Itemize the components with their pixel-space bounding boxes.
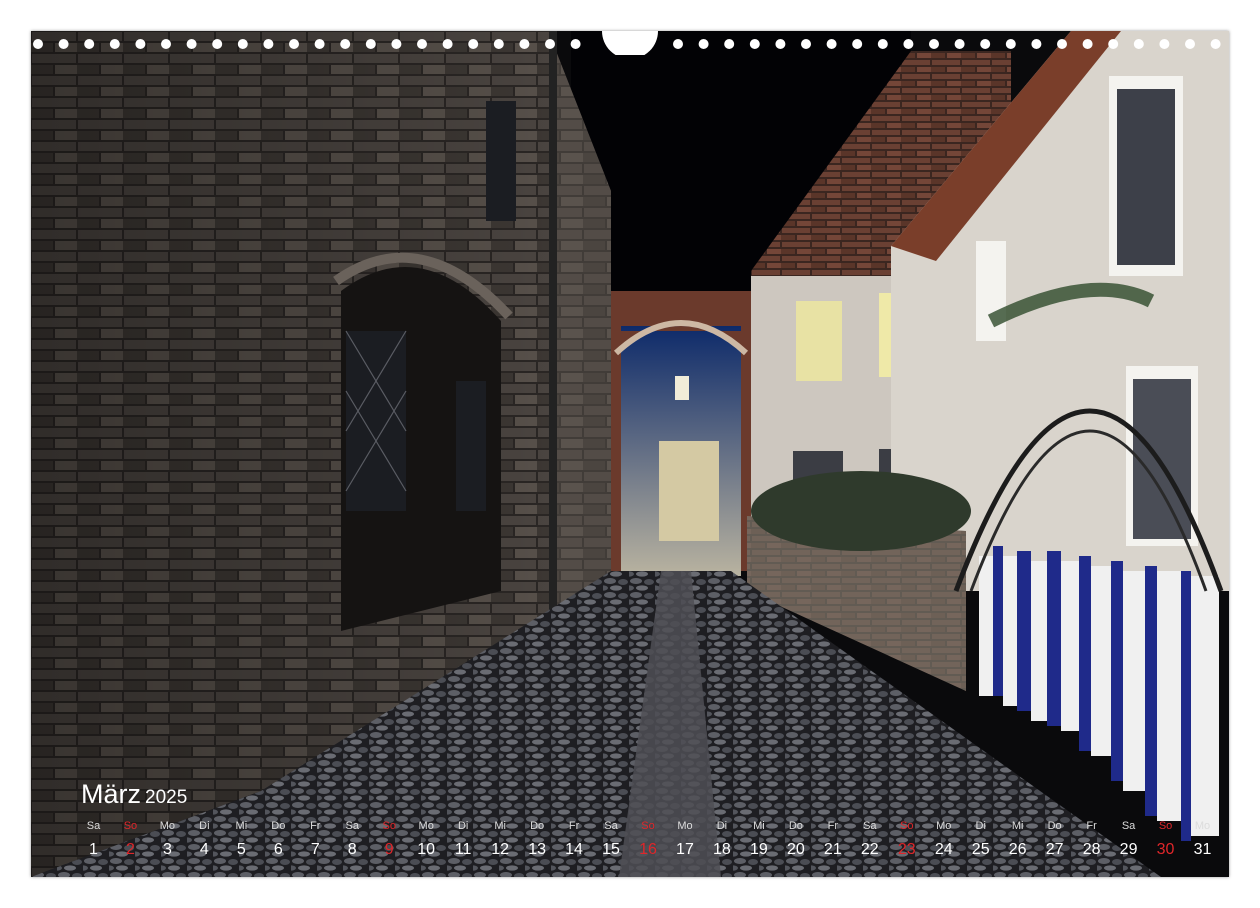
- weekday-label: Fr: [827, 820, 839, 832]
- weekday-label: Do: [530, 820, 545, 832]
- weekday-label: Mo: [418, 820, 434, 832]
- day-number: 25: [971, 841, 990, 858]
- weekday-label: Do: [1047, 820, 1062, 832]
- day-number: 8: [347, 841, 357, 858]
- weekday-label: Di: [975, 820, 986, 832]
- alley-photo: [31, 31, 1229, 877]
- weekday-label: So: [900, 820, 914, 832]
- calendar-page: März 2025 Sa So Mo Di Mi Do Fr Sa So Mo Di Mi Do Fr Sa S…: [31, 31, 1229, 877]
- month-name: März: [81, 779, 141, 809]
- weekday-label: Fr: [310, 820, 321, 832]
- day-number: 16: [639, 841, 657, 858]
- weekday-label: So: [1158, 820, 1173, 832]
- day-number: 26: [1008, 841, 1027, 858]
- day-number: 9: [384, 841, 394, 858]
- weekday-label: Mi: [235, 820, 248, 832]
- weekday-label: Mi: [1011, 820, 1024, 832]
- day-number: 17: [676, 841, 694, 858]
- weekday-label: Mo: [159, 820, 176, 832]
- weekday-label: Fr: [1086, 820, 1097, 832]
- day-number: 7: [310, 841, 320, 858]
- calendar-grid: Sa So Mo Di Mi Do Fr Sa So Mo Di Mi Do Fr Sa So Mo Di Mi Do…: [75, 817, 1221, 865]
- weekday-label: Di: [457, 820, 469, 832]
- day-number: 3: [162, 841, 172, 858]
- day-number: 4: [199, 841, 209, 858]
- weekday-label: Sa: [863, 820, 877, 832]
- day-number: 31: [1193, 841, 1212, 858]
- day-number: 15: [602, 841, 620, 858]
- weekday-label: So: [123, 820, 138, 832]
- weekday-label: So: [641, 820, 655, 832]
- weekday-label: Di: [716, 820, 728, 832]
- weekday-label: Do: [271, 820, 286, 832]
- day-number: 12: [491, 841, 510, 858]
- weekday-label: Di: [199, 820, 210, 832]
- weekday-label: Mi: [753, 820, 765, 832]
- day-number: 22: [860, 841, 879, 858]
- weekday-label: Sa: [345, 820, 359, 832]
- day-number: 13: [528, 841, 546, 858]
- day-number: 11: [454, 841, 472, 858]
- day-number: 20: [786, 841, 805, 858]
- day-number: 2: [125, 841, 135, 858]
- day-number: 24: [934, 841, 953, 858]
- weekday-label: Fr: [568, 820, 580, 832]
- day-number: 29: [1119, 841, 1138, 858]
- weekday-label: Sa: [86, 820, 101, 832]
- day-number: 5: [236, 841, 246, 858]
- weekday-label: Mo: [677, 820, 693, 832]
- weekday-label: Sa: [604, 820, 618, 832]
- weekday-label: Mo: [936, 820, 952, 832]
- weekday-label: Mi: [494, 820, 506, 832]
- day-number: 27: [1045, 841, 1064, 858]
- day-number: 1: [89, 841, 98, 858]
- day-number: 28: [1082, 841, 1101, 858]
- day-number: 18: [713, 841, 731, 858]
- day-number: 6: [273, 841, 283, 858]
- day-number: 10: [417, 841, 436, 858]
- day-number: 21: [823, 841, 842, 858]
- day-number: 30: [1156, 841, 1175, 858]
- weekday-label: Mo: [1194, 820, 1211, 832]
- weekday-label: Sa: [1121, 820, 1136, 832]
- weekday-label: Do: [788, 820, 803, 832]
- day-number: 23: [897, 841, 916, 858]
- month-title: März 2025: [81, 779, 187, 810]
- day-number: 19: [749, 841, 768, 858]
- year: 2025: [145, 787, 188, 808]
- weekday-label: So: [382, 820, 396, 832]
- day-number: 14: [565, 841, 583, 858]
